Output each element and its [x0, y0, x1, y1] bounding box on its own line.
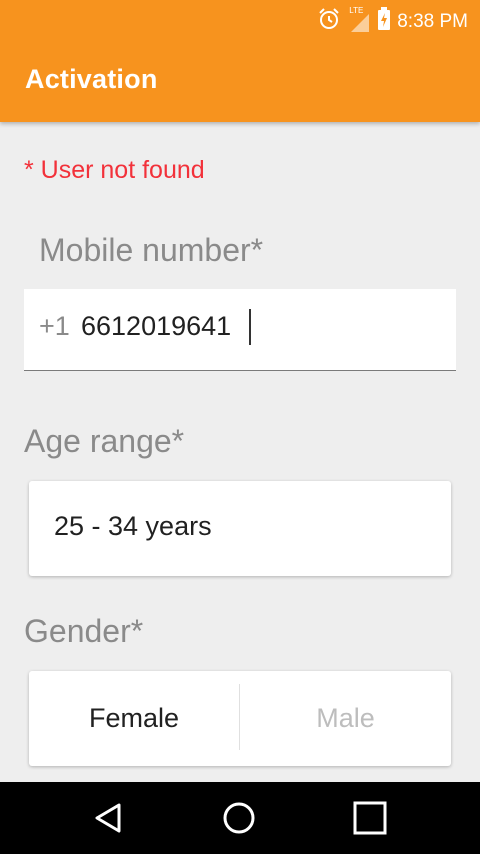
gender-option-female[interactable]: Female: [29, 671, 239, 766]
navigation-bar: [0, 782, 480, 854]
recents-icon[interactable]: [352, 800, 388, 836]
age-range-label: Age range*: [24, 423, 185, 459]
text-cursor: [249, 309, 251, 345]
status-time: 8:38 PM: [397, 11, 468, 32]
mobile-number-label: Mobile number*: [39, 232, 264, 268]
gender-option-male[interactable]: Male: [240, 671, 451, 766]
mobile-number-field[interactable]: +1 6612019641: [24, 289, 456, 371]
age-range-dropdown[interactable]: 25 - 34 years: [29, 481, 451, 576]
home-icon[interactable]: [221, 800, 257, 836]
age-range-value: 25 - 34 years: [54, 511, 212, 541]
signal-icon: LTE: [347, 6, 371, 34]
app-bar: LTE 8:38 PM Activation: [0, 0, 480, 122]
status-bar: LTE 8:38 PM: [0, 0, 480, 38]
page-title: Activation: [25, 64, 158, 94]
country-code-prefix: +1: [39, 311, 70, 341]
gender-selector: Female Male: [29, 671, 451, 766]
alarm-icon: [317, 7, 341, 37]
battery-charging-icon: [377, 7, 391, 37]
mobile-number-value: 6612019641: [81, 311, 232, 341]
back-icon[interactable]: [91, 800, 127, 836]
network-type-label: LTE: [349, 6, 364, 15]
error-message: * User not found: [24, 156, 205, 184]
gender-label: Gender*: [24, 613, 144, 649]
